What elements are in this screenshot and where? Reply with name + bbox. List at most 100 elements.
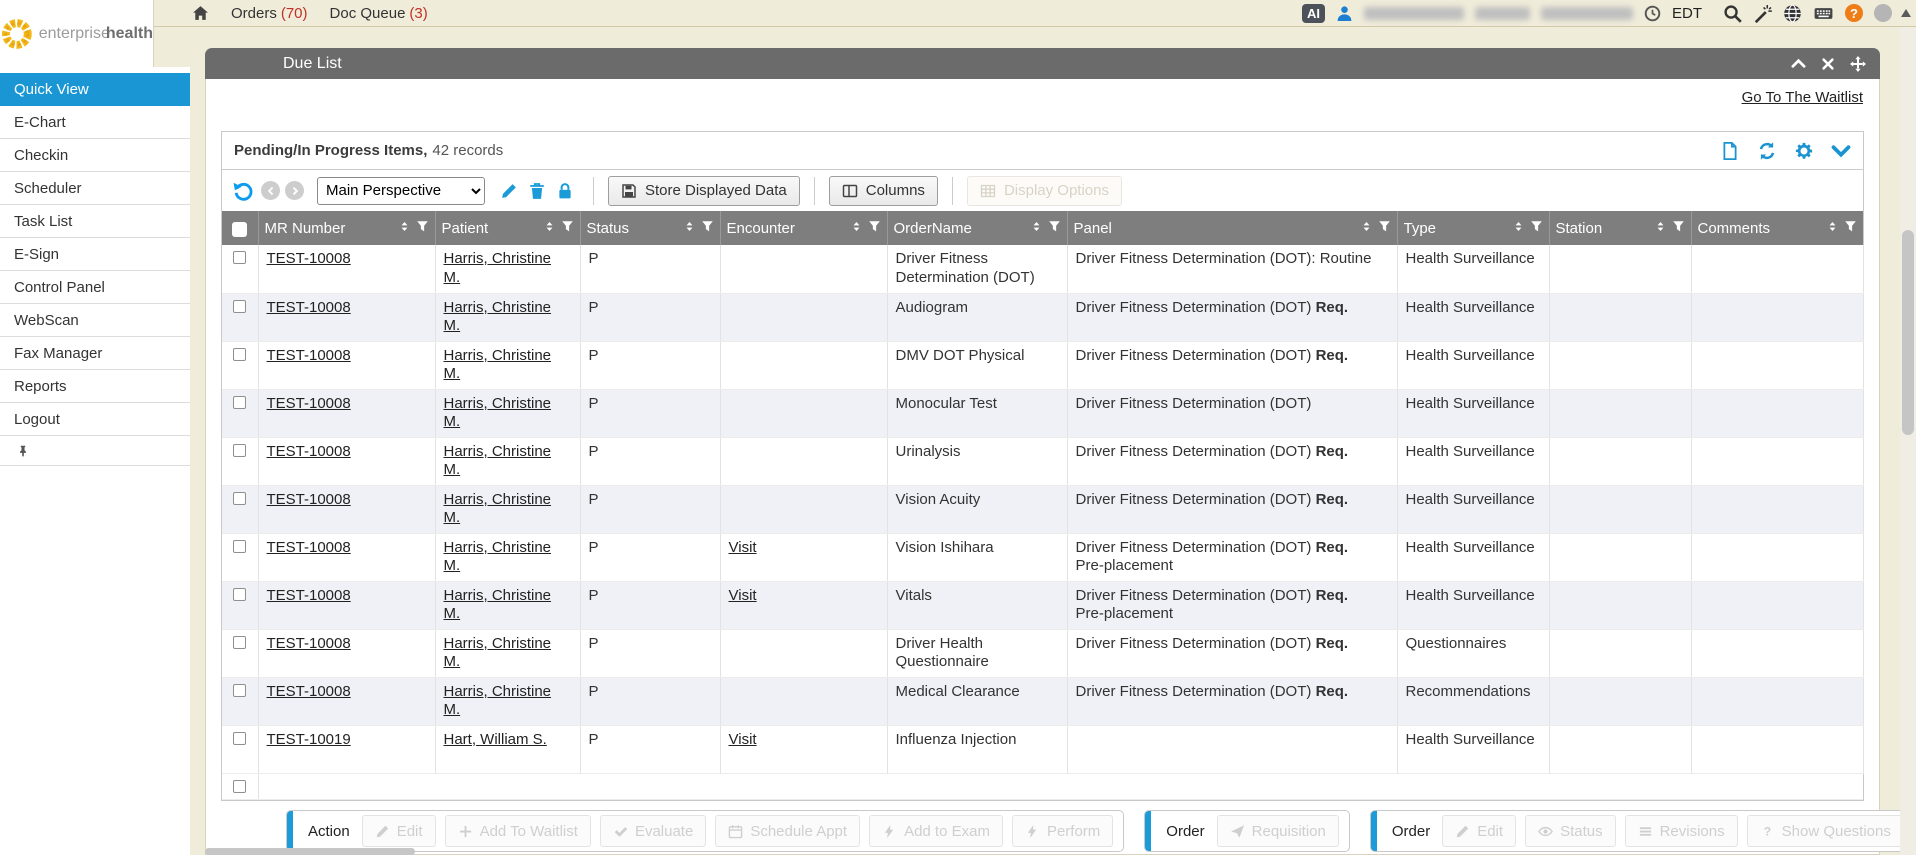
filter-icon[interactable] xyxy=(1672,220,1685,237)
row-checkbox[interactable] xyxy=(233,732,246,745)
sort-icon[interactable] xyxy=(398,220,411,237)
sidebar-item-reports[interactable]: Reports xyxy=(0,370,190,403)
visit-link[interactable]: Visit xyxy=(729,539,757,556)
mr-number-link[interactable]: TEST-10008 xyxy=(267,443,351,460)
sort-icon[interactable] xyxy=(850,220,863,237)
sidebar-item-e-sign[interactable]: E-Sign xyxy=(0,238,190,271)
prev-perspective-icon[interactable] xyxy=(261,181,280,200)
row-checkbox[interactable] xyxy=(233,300,246,313)
scrollbar-up-arrow[interactable] xyxy=(1901,9,1911,17)
column-header-station[interactable]: Station xyxy=(1549,211,1691,245)
lock-perspective-icon[interactable] xyxy=(556,182,574,200)
row-checkbox[interactable] xyxy=(233,588,246,601)
column-header-type[interactable]: Type xyxy=(1397,211,1549,245)
filter-icon[interactable] xyxy=(561,220,574,237)
column-header-patient[interactable]: Patient xyxy=(435,211,580,245)
ai-badge[interactable]: AI xyxy=(1302,4,1325,23)
sidebar-item-control-panel[interactable]: Control Panel xyxy=(0,271,190,304)
row-checkbox[interactable] xyxy=(233,684,246,697)
help-icon[interactable]: ? xyxy=(1845,4,1863,22)
sidebar-item-checkin[interactable]: Checkin xyxy=(0,139,190,172)
horizontal-scrollbar-thumb[interactable] xyxy=(205,848,415,855)
perform-button[interactable]: Perform xyxy=(1012,815,1113,847)
sidebar-item-e-chart[interactable]: E-Chart xyxy=(0,106,190,139)
filter-icon[interactable] xyxy=(416,220,429,237)
keyboard-icon[interactable] xyxy=(1813,4,1834,23)
patient-link[interactable]: Harris, Christine M. xyxy=(444,587,552,623)
wand-icon[interactable] xyxy=(1753,4,1772,23)
filter-icon[interactable] xyxy=(1844,220,1857,237)
sort-icon[interactable] xyxy=(1826,220,1839,237)
revisions-button[interactable]: Revisions xyxy=(1625,815,1738,847)
perspective-select[interactable]: Main Perspective xyxy=(317,177,485,205)
column-header-panel[interactable]: Panel xyxy=(1067,211,1397,245)
edit-button[interactable]: Edit xyxy=(1442,815,1516,847)
row-checkbox[interactable] xyxy=(233,444,246,457)
patient-link[interactable]: Harris, Christine M. xyxy=(444,443,552,479)
column-header-status[interactable]: Status xyxy=(580,211,720,245)
globe-icon[interactable] xyxy=(1783,4,1802,23)
sidebar-item-webscan[interactable]: WebScan xyxy=(0,304,190,337)
mr-number-link[interactable]: TEST-10008 xyxy=(267,683,351,700)
visit-link[interactable]: Visit xyxy=(729,587,757,604)
filter-icon[interactable] xyxy=(868,220,881,237)
mr-number-link[interactable]: TEST-10008 xyxy=(267,250,351,267)
patient-link[interactable]: Harris, Christine M. xyxy=(444,347,552,383)
edit-button[interactable]: Edit xyxy=(362,815,436,847)
mr-number-link[interactable]: TEST-10008 xyxy=(267,539,351,556)
columns-button[interactable]: Columns xyxy=(829,176,938,206)
add-to-exam-button[interactable]: Add to Exam xyxy=(869,815,1003,847)
row-checkbox[interactable] xyxy=(233,492,246,505)
collapse-panel-icon[interactable] xyxy=(1791,56,1806,71)
row-checkbox[interactable] xyxy=(233,540,246,553)
sort-icon[interactable] xyxy=(683,220,696,237)
close-panel-icon[interactable] xyxy=(1821,57,1835,71)
mr-number-link[interactable]: TEST-10008 xyxy=(267,395,351,412)
sidebar-item-task-list[interactable]: Task List xyxy=(0,205,190,238)
store-displayed-data-button[interactable]: Store Displayed Data xyxy=(608,176,800,206)
filter-icon[interactable] xyxy=(1530,220,1543,237)
mr-number-link[interactable]: TEST-10008 xyxy=(267,635,351,652)
column-header-comments[interactable]: Comments xyxy=(1691,211,1863,245)
add-to-waitlist-button[interactable]: Add To Waitlist xyxy=(445,815,591,847)
sidebar-pin-row[interactable] xyxy=(0,436,190,466)
patient-link[interactable]: Harris, Christine M. xyxy=(444,539,552,575)
patient-link[interactable]: Harris, Christine M. xyxy=(444,683,552,719)
patient-link[interactable]: Harris, Christine M. xyxy=(444,299,552,335)
vertical-scrollbar[interactable] xyxy=(1900,27,1916,855)
filter-icon[interactable] xyxy=(1048,220,1061,237)
mr-number-link[interactable]: TEST-10008 xyxy=(267,587,351,604)
select-all-header[interactable] xyxy=(222,211,258,245)
edit-perspective-icon[interactable] xyxy=(500,182,518,200)
vertical-scrollbar-thumb[interactable] xyxy=(1902,230,1914,435)
patient-link[interactable]: Harris, Christine M. xyxy=(444,395,552,431)
sort-icon[interactable] xyxy=(543,220,556,237)
column-header-mr-number[interactable]: MR Number xyxy=(258,211,435,245)
patient-link[interactable]: Hart, William S. xyxy=(444,731,547,748)
sidebar-item-logout[interactable]: Logout xyxy=(0,403,190,436)
status-button[interactable]: Status xyxy=(1525,815,1616,847)
column-header-ordername[interactable]: OrderName xyxy=(887,211,1067,245)
evaluate-button[interactable]: Evaluate xyxy=(600,815,706,847)
row-checkbox[interactable] xyxy=(233,636,246,649)
sidebar-item-quick-view[interactable]: Quick View xyxy=(0,73,190,106)
row-checkbox[interactable] xyxy=(233,780,246,793)
sidebar-item-scheduler[interactable]: Scheduler xyxy=(0,172,190,205)
delete-perspective-icon[interactable] xyxy=(528,182,546,200)
go-to-waitlist-link[interactable]: Go To The Waitlist xyxy=(1742,89,1863,106)
sort-icon[interactable] xyxy=(1030,220,1043,237)
patient-link[interactable]: Harris, Christine M. xyxy=(444,491,552,527)
select-all-checkbox[interactable] xyxy=(232,222,247,237)
topnav-orders[interactable]: Orders(70) xyxy=(231,5,308,22)
new-record-icon[interactable] xyxy=(1720,141,1740,161)
mr-number-link[interactable]: TEST-10008 xyxy=(267,299,351,316)
settings-gear-icon[interactable] xyxy=(1794,141,1814,161)
column-header-encounter[interactable]: Encounter xyxy=(720,211,887,245)
sort-icon[interactable] xyxy=(1360,220,1373,237)
patient-link[interactable]: Harris, Christine M. xyxy=(444,635,552,671)
display-options-button[interactable]: Display Options xyxy=(967,176,1122,206)
undo-icon[interactable] xyxy=(232,179,255,202)
search-icon[interactable] xyxy=(1723,4,1742,23)
user-icon[interactable] xyxy=(1336,5,1353,22)
row-checkbox[interactable] xyxy=(233,396,246,409)
